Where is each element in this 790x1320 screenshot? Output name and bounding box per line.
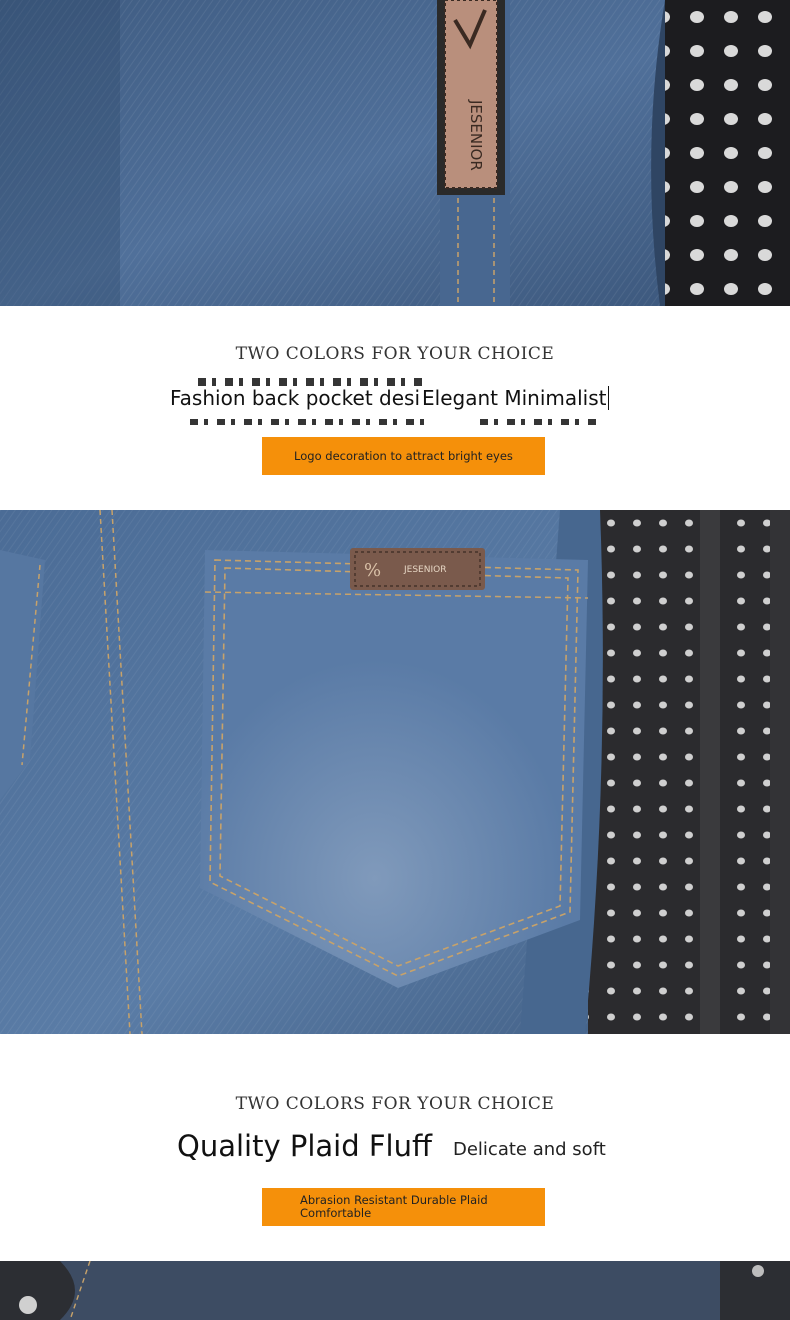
headline-right: Elegant Minimalist [422,386,610,410]
feature-badge-text: Logo decoration to attract bright eyes [294,449,513,463]
feature-section-pocket: TWO COLORS FOR YOUR CHOICE Fashion back … [0,306,790,510]
feature-badge: Logo decoration to attract bright eyes [262,437,545,475]
back-pocket-photo: % JESENIOR [0,510,790,1034]
svg-text:JESENIOR: JESENIOR [403,565,446,575]
feature-badge-text: Abrasion Resistant Durable Plaid Comfort… [300,1193,488,1220]
headline-left: Quality Plaid Fluff [177,1129,432,1163]
headline-stroke-decoration [480,419,602,425]
feature-badge: Abrasion Resistant Durable Plaid Comfort… [262,1188,545,1226]
svg-text:%: % [364,560,381,581]
headline-stroke-decoration [190,419,425,425]
headline-stroke-decoration [198,378,423,386]
section-subtitle: TWO COLORS FOR YOUR CHOICE [235,344,555,364]
denim-detail-photo [0,1261,790,1320]
headline-right: Delicate and soft [453,1139,606,1160]
feature-section-fluff: TWO COLORS FOR YOUR CHOICE Quality Plaid… [0,1034,790,1261]
denim-label-photo: JESENIOR [0,0,790,306]
svg-text:JESENIOR: JESENIOR [467,99,485,171]
section-subtitle: TWO COLORS FOR YOUR CHOICE [235,1094,555,1114]
headline-left: Fashion back pocket desig [170,386,420,410]
